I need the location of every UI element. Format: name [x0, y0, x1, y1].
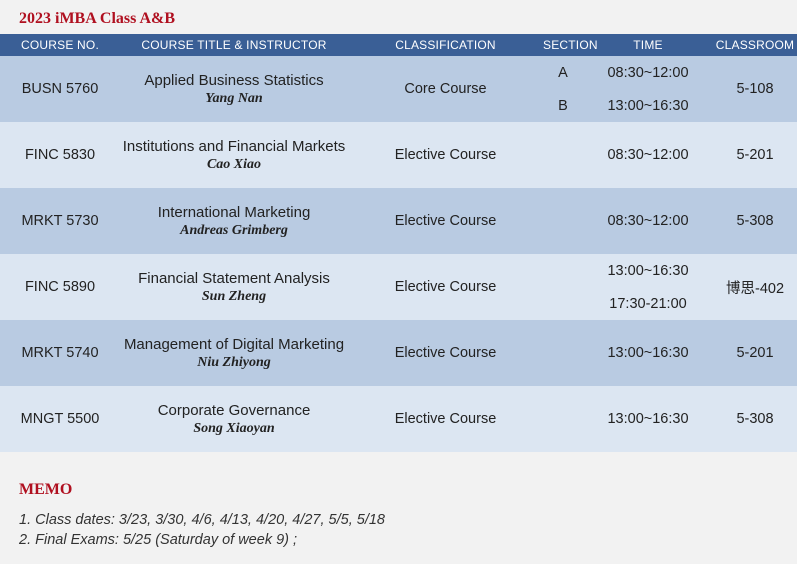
course-title: International Marketing [157, 203, 311, 221]
table-row: MRKT 5740 Management of Digital Marketin… [0, 320, 797, 386]
course-classroom: 博思-402 [713, 254, 797, 320]
course-classification: Elective Course [348, 188, 543, 254]
course-title: Applied Business Statistics [144, 71, 324, 89]
course-code: FINC 5830 [0, 122, 120, 188]
course-classification: Elective Course [348, 386, 543, 452]
course-title: Corporate Governance [157, 401, 311, 419]
course-title-cell: Financial Statement Analysis Sun Zheng [120, 254, 348, 320]
course-section-cell [543, 320, 583, 386]
course-classification: Core Course [348, 56, 543, 122]
header-time: TIME [583, 34, 713, 56]
course-time: 08:30~12:00 [583, 122, 713, 188]
course-classroom: 5-108 [713, 56, 797, 122]
course-classification: Elective Course [348, 320, 543, 386]
memo-line: 2. Final Exams: 5/25 (Saturday of week 9… [19, 532, 298, 548]
course-instructor: Yang Nan [205, 90, 263, 106]
course-classroom: 5-201 [713, 122, 797, 188]
table-row: MRKT 5730 International Marketing Andrea… [0, 188, 797, 254]
header-course-no: COURSE NO. [0, 34, 120, 56]
table-header-row: COURSE NO. COURSE TITLE & INSTRUCTOR CLA… [0, 34, 797, 56]
page-title: 2023 iMBA Class A&B [19, 10, 176, 27]
course-title-cell: International Marketing Andreas Grimberg [120, 188, 348, 254]
course-classification: Elective Course [348, 122, 543, 188]
course-time: 13:00~16:30 [583, 386, 713, 452]
table-row: FINC 5830 Institutions and Financial Mar… [0, 122, 797, 188]
course-time: 13:00~16:30 [607, 97, 689, 114]
course-classroom: 5-308 [713, 188, 797, 254]
course-instructor: Andreas Grimberg [180, 222, 288, 238]
course-title: Management of Digital Marketing [123, 335, 345, 353]
memo-line: 1. Class dates: 3/23, 3/30, 4/6, 4/13, 4… [19, 512, 385, 528]
course-section-cell [543, 386, 583, 452]
table-row: FINC 5890 Financial Statement Analysis S… [0, 254, 797, 320]
course-time: 08:30~12:00 [583, 188, 713, 254]
course-title-cell: Management of Digital Marketing Niu Zhiy… [120, 320, 348, 386]
course-instructor: Niu Zhiyong [197, 354, 271, 370]
course-code: MRKT 5730 [0, 188, 120, 254]
header-classroom: CLASSROOM [713, 34, 797, 56]
header-classification: CLASSIFICATION [348, 34, 543, 56]
course-classroom: 5-201 [713, 320, 797, 386]
course-instructor: Sun Zheng [201, 288, 267, 304]
table-row: MNGT 5500 Corporate Governance Song Xiao… [0, 386, 797, 452]
course-time: 13:00~16:30 [607, 262, 689, 279]
header-course-title: COURSE TITLE & INSTRUCTOR [120, 34, 348, 56]
header-section: SECTION [543, 34, 598, 56]
course-code: FINC 5890 [0, 254, 120, 320]
course-time: 13:00~16:30 [583, 320, 713, 386]
memo-title: MEMO [19, 481, 73, 498]
course-section-cell [543, 188, 583, 254]
course-time-cell: 08:30~12:00 13:00~16:30 [583, 56, 713, 122]
course-classroom: 5-308 [713, 386, 797, 452]
course-section-cell: A B [543, 56, 583, 122]
course-classification: Elective Course [348, 254, 543, 320]
course-instructor: Cao Xiao [206, 156, 262, 172]
course-time: 08:30~12:00 [607, 64, 689, 81]
course-instructor: Song Xiaoyan [193, 420, 275, 436]
course-title-cell: Corporate Governance Song Xiaoyan [120, 386, 348, 452]
course-title: Financial Statement Analysis [138, 269, 330, 287]
course-time-cell: 13:00~16:30 17:30-21:00 [583, 254, 713, 320]
course-section-cell [543, 122, 583, 188]
table-row: BUSN 5760 Applied Business Statistics Ya… [0, 56, 797, 122]
course-section: A [558, 64, 568, 81]
course-code: MNGT 5500 [0, 386, 120, 452]
course-code: MRKT 5740 [0, 320, 120, 386]
course-title-cell: Applied Business Statistics Yang Nan [120, 56, 348, 122]
course-schedule-table: COURSE NO. COURSE TITLE & INSTRUCTOR CLA… [0, 34, 797, 452]
course-section: B [558, 97, 568, 114]
course-section-cell [543, 254, 583, 320]
course-title: Institutions and Financial Markets [122, 137, 346, 155]
course-time: 17:30-21:00 [609, 295, 687, 312]
course-code: BUSN 5760 [0, 56, 120, 122]
course-title-cell: Institutions and Financial Markets Cao X… [120, 122, 348, 188]
